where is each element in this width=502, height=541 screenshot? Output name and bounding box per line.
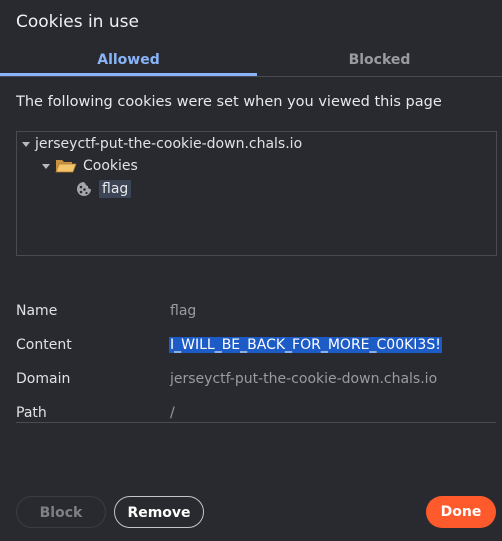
tree-item-cookies-label: Cookies [83,158,138,174]
tree-item-site[interactable]: jerseyctf-put-the-cookie-down.chals.io [22,133,302,155]
detail-label: Path [16,405,47,421]
dialog-title: Cookies in use [16,12,139,32]
detail-label: Domain [16,371,71,387]
cookie-details: Name flag Content I_WILL_BE_BACK_FOR_MOR… [16,298,496,434]
triangle-down-icon[interactable] [42,163,50,169]
folder-open-icon [55,160,77,173]
done-button[interactable]: Done [426,496,496,528]
tree-item-flag-label: flag [99,180,132,198]
cookie-icon [77,182,91,196]
cookies-description: The following cookies were set when you … [16,94,442,110]
detail-value: jerseyctf-put-the-cookie-down.chals.io [170,371,438,387]
cookies-in-use-dialog: Cookies in use Allowed Blocked The follo… [0,0,502,541]
detail-row-content: Content I_WILL_BE_BACK_FOR_MORE_C00KI3S! [16,332,496,366]
block-button[interactable]: Block [16,496,106,528]
remove-button[interactable]: Remove [114,496,204,528]
tab-blocked[interactable]: Blocked [257,48,502,75]
triangle-down-icon[interactable] [22,141,30,147]
divider [16,422,496,423]
tree-item-cookies-folder[interactable]: Cookies [42,155,138,177]
detail-value: / [170,405,175,421]
detail-label: Name [16,303,58,319]
tree-item-site-label: jerseyctf-put-the-cookie-down.chals.io [35,136,303,152]
detail-label: Content [16,337,72,353]
tree-item-flag[interactable]: flag [76,178,132,200]
detail-row-domain: Domain jerseyctf-put-the-cookie-down.cha… [16,366,496,400]
detail-row-path: Path / [16,400,496,434]
cookie-tree[interactable]: jerseyctf-put-the-cookie-down.chals.io C… [16,131,497,256]
tab-allowed[interactable]: Allowed [0,48,257,76]
detail-value: flag [170,303,197,319]
detail-row-name: Name flag [16,298,496,332]
detail-value-selected[interactable]: I_WILL_BE_BACK_FOR_MORE_C00KI3S! [169,337,442,353]
tab-bar: Allowed Blocked [0,48,502,77]
